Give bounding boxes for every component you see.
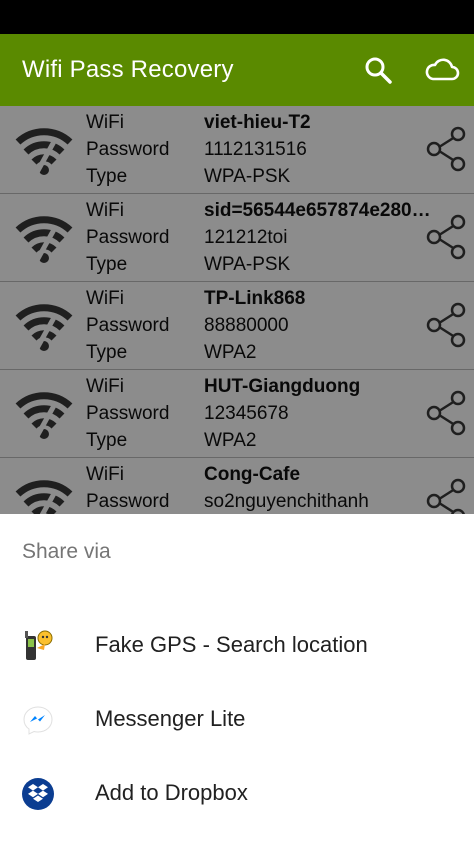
share-target-label: Fake GPS - Search location (95, 632, 368, 657)
share-target-messenger-lite[interactable]: Messenger Lite (0, 684, 474, 756)
share-target-label: Messenger Lite (95, 706, 246, 731)
cloud-icon[interactable] (424, 52, 460, 88)
messenger-lite-icon (23, 706, 53, 735)
status-bar (0, 0, 474, 34)
app-bar: Wifi Pass Recovery (0, 34, 474, 106)
share-sheet-title: Share via (22, 540, 111, 563)
app-title: Wifi Pass Recovery (22, 56, 234, 83)
fake-gps-icon (25, 630, 53, 660)
scrim-overlay[interactable] (0, 106, 474, 514)
share-sheet: Share via Fake GPS - Search location Mes… (0, 514, 474, 842)
share-target-label: Add to Dropbox (95, 780, 248, 805)
share-target-dropbox[interactable]: Add to Dropbox (0, 758, 474, 830)
search-icon[interactable] (360, 52, 396, 88)
dropbox-icon (22, 778, 54, 810)
share-target-fake-gps[interactable]: Fake GPS - Search location (0, 610, 474, 682)
